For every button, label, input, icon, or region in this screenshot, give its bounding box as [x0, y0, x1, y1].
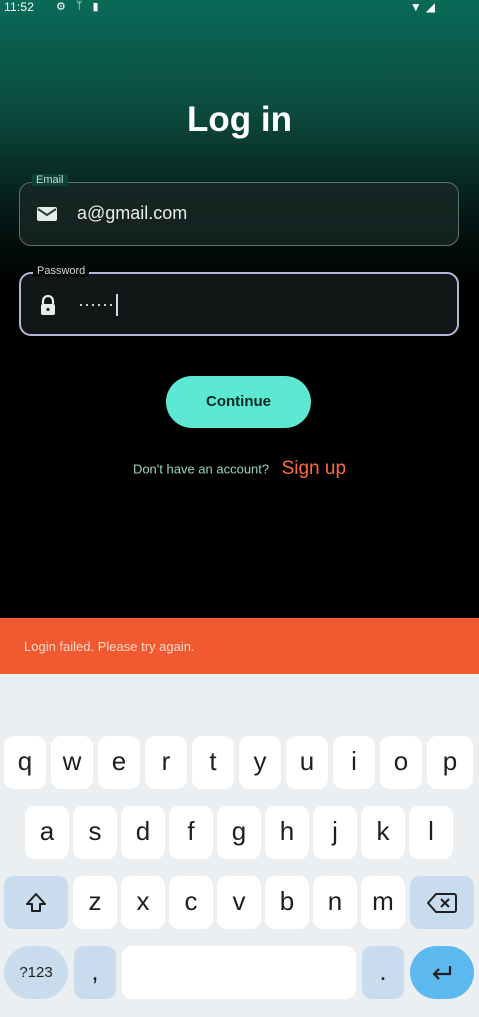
status-left-icons: ⚙ ᛘ ▮: [56, 0, 99, 13]
comma-key[interactable]: ,: [74, 946, 116, 999]
key-q[interactable]: q: [4, 736, 46, 789]
space-key[interactable]: [122, 946, 356, 999]
usb-icon: ᛘ: [75, 0, 83, 12]
key-g[interactable]: g: [217, 806, 261, 859]
status-right-icons: ▼ ◢: [410, 0, 435, 14]
key-l[interactable]: l: [409, 806, 453, 859]
text-caret: [115, 294, 118, 317]
password-value: ······: [78, 294, 118, 317]
key-o[interactable]: o: [380, 736, 422, 789]
key-u[interactable]: u: [286, 736, 328, 789]
key-a[interactable]: a: [25, 806, 69, 859]
battery-icon: ▮: [92, 1, 99, 13]
shift-icon: [26, 893, 46, 913]
key-c[interactable]: c: [169, 876, 213, 929]
error-snackbar: Login failed. Please try again.: [0, 618, 479, 674]
key-f[interactable]: f: [169, 806, 213, 859]
key-b[interactable]: b: [265, 876, 309, 929]
email-label: Email: [32, 174, 68, 186]
continue-button[interactable]: Continue: [166, 376, 311, 428]
key-w[interactable]: w: [51, 736, 93, 789]
key-i[interactable]: i: [333, 736, 375, 789]
shift-key[interactable]: [4, 876, 68, 929]
wifi-icon: ▼: [409, 0, 422, 14]
key-t[interactable]: t: [192, 736, 234, 789]
lock-icon: [37, 294, 59, 316]
enter-key[interactable]: [410, 946, 474, 999]
period-key[interactable]: .: [362, 946, 404, 999]
email-field[interactable]: Email a@gmail.com: [19, 174, 459, 246]
key-x[interactable]: x: [121, 876, 165, 929]
key-e[interactable]: e: [98, 736, 140, 789]
backspace-key[interactable]: [410, 876, 474, 929]
soft-keyboard: q w e r t y u i o p a s d f g h j k l z …: [0, 674, 479, 1017]
key-v[interactable]: v: [217, 876, 261, 929]
settings-icon: ⚙: [56, 1, 66, 13]
signal-icon: ◢: [425, 0, 435, 14]
email-value: a@gmail.com: [77, 203, 188, 223]
enter-icon: [432, 966, 452, 980]
signup-prompt: Don't have an account?: [132, 461, 270, 477]
symbols-key[interactable]: ?123: [4, 946, 68, 999]
backspace-icon: [427, 893, 457, 914]
key-h[interactable]: h: [265, 806, 309, 859]
key-d[interactable]: d: [121, 806, 165, 859]
status-bar: 11:52 ⚙ ᛘ ▮ ▼ ◢: [0, 0, 479, 18]
status-time: 11:52: [4, 0, 35, 14]
key-s[interactable]: s: [73, 806, 117, 859]
key-p[interactable]: p: [427, 736, 473, 789]
key-k[interactable]: k: [361, 806, 405, 859]
password-label: Password: [33, 265, 90, 277]
key-n[interactable]: n: [313, 876, 357, 929]
key-z[interactable]: z: [73, 876, 117, 929]
signup-link[interactable]: Sign up: [282, 458, 346, 479]
mail-icon: [36, 203, 58, 225]
key-r[interactable]: r: [145, 736, 187, 789]
key-y[interactable]: y: [239, 736, 281, 789]
signup-row: Don't have an account? Sign up: [0, 458, 479, 480]
key-j[interactable]: j: [313, 806, 357, 859]
login-screen: 11:52 ⚙ ᛘ ▮ ▼ ◢ Log in Email a@gmail.com…: [0, 0, 479, 618]
page-title: Log in: [187, 100, 292, 139]
password-field[interactable]: Password ······: [19, 265, 459, 336]
key-m[interactable]: m: [361, 876, 405, 929]
